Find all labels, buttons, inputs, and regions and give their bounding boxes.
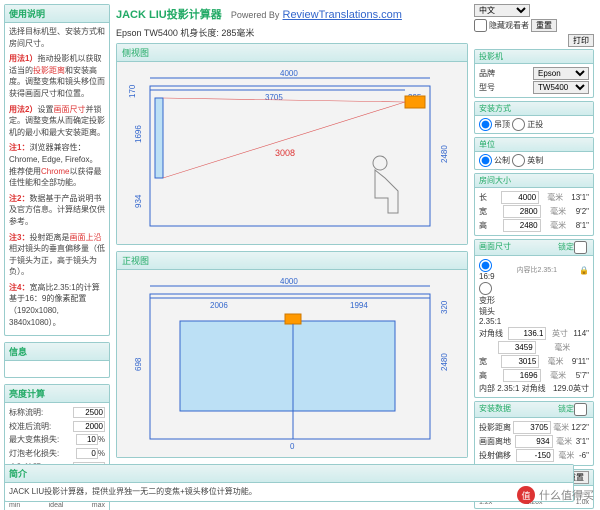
watermark-badge-icon: 值 (517, 486, 535, 504)
model-line: Epson TW5400 机身长度: 285毫米 (116, 24, 468, 43)
diag-input[interactable] (508, 327, 546, 340)
footer-panel: 简介 JACK LIU投影计算器，提供业界独一无二的变焦+镜头移位计算功能。 (4, 464, 574, 502)
watermark: 值 什么值得买 (517, 486, 594, 504)
projector-side-icon[interactable] (405, 96, 425, 108)
projector-panel: 投影机 品牌Epson 型号TW5400 (474, 49, 594, 98)
viewer-icon (373, 156, 398, 213)
unit-imperial-radio[interactable] (512, 154, 525, 167)
svg-text:170: 170 (128, 84, 137, 98)
svg-text:2480: 2480 (440, 353, 449, 371)
svg-text:0: 0 (290, 442, 295, 451)
usage-panel: 使用说明 选择目标机型、安装方式和房间尺寸。 用法1）拖动投影机以获取适当的投影… (4, 4, 110, 336)
screen-w-input[interactable] (501, 355, 539, 368)
room-length-input[interactable] (501, 191, 539, 204)
svg-text:4000: 4000 (280, 69, 298, 78)
powered-link[interactable]: ReviewTranslations.com (283, 9, 402, 21)
brightness-title: 亮度计算 (5, 385, 109, 403)
diag-mm-input[interactable] (498, 341, 536, 354)
info-panel: 信息 (4, 342, 110, 378)
svg-text:698: 698 (134, 357, 143, 371)
ratio-235-radio[interactable] (479, 282, 492, 295)
svg-text:320: 320 (440, 300, 449, 314)
mount-ceiling-radio[interactable] (479, 118, 492, 131)
lumen-nominal-input[interactable] (73, 407, 105, 418)
reset-button[interactable]: 重置 (531, 19, 557, 32)
lamp-loss-input[interactable] (76, 448, 98, 459)
svg-text:934: 934 (134, 194, 143, 208)
shift-input[interactable] (516, 449, 554, 462)
install-lock-checkbox[interactable] (574, 403, 587, 416)
zoom-loss-input[interactable] (76, 434, 98, 445)
usage-title: 使用说明 (5, 5, 109, 23)
lumen-calibrated-input[interactable] (73, 421, 105, 432)
model-select[interactable]: TW5400 (533, 81, 589, 94)
lock-icon: 🔒 (579, 266, 589, 275)
svg-text:2006: 2006 (210, 301, 228, 310)
front-view-panel: 正视图 4000 2006 1994 698 2480 320 0 (116, 251, 468, 458)
offset-input[interactable] (515, 435, 553, 448)
ratio-169-radio[interactable] (479, 259, 492, 272)
svg-text:1994: 1994 (350, 301, 368, 310)
screen-lock-checkbox[interactable] (574, 241, 587, 254)
room-height-input[interactable] (503, 219, 541, 232)
svg-text:4000: 4000 (280, 277, 298, 286)
print-button[interactable]: 打印 (568, 34, 594, 47)
mount-front-radio[interactable] (512, 118, 525, 131)
hide-viewer-checkbox[interactable] (474, 19, 487, 32)
brand-select[interactable]: Epson (533, 67, 589, 80)
svg-text:3705: 3705 (265, 93, 283, 102)
screen-h-input[interactable] (503, 369, 541, 382)
info-title: 信息 (5, 343, 109, 361)
unit-metric-radio[interactable] (479, 154, 492, 167)
svg-text:3008: 3008 (275, 148, 295, 158)
throw-input[interactable] (513, 421, 551, 434)
page-title: JACK LIU投影计算器 Powered By ReviewTranslati… (116, 4, 468, 24)
language-select[interactable]: 中文 (474, 4, 530, 17)
room-width-input[interactable] (503, 205, 541, 218)
usage-body: 选择目标机型、安装方式和房间尺寸。 用法1）拖动投影机以获取适当的投影距离和安装… (5, 23, 109, 335)
projector-front-icon[interactable] (285, 314, 301, 324)
svg-text:2480: 2480 (440, 145, 449, 163)
side-view-panel: 侧视图 4000 3705 295 170 1696 934 2480 3008 (116, 43, 468, 245)
side-view-diagram[interactable]: 4000 3705 295 170 1696 934 2480 3008 (125, 68, 455, 238)
front-view-diagram[interactable]: 4000 2006 1994 698 2480 320 0 (125, 276, 455, 451)
svg-text:1696: 1696 (134, 125, 143, 143)
